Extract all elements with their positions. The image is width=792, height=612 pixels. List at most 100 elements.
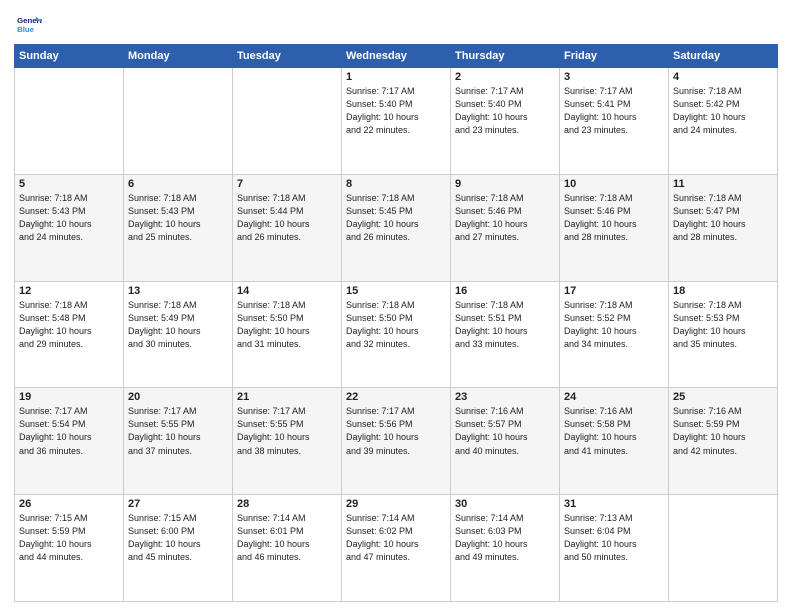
logo: General Blue [14,10,46,38]
day-info: Sunrise: 7:18 AM Sunset: 5:50 PM Dayligh… [237,299,337,351]
weekday-header-sunday: Sunday [15,45,124,68]
day-number: 23 [455,391,555,403]
day-number: 27 [128,498,228,510]
day-cell: 13 Sunrise: 7:18 AM Sunset: 5:49 PM Dayli… [124,281,233,388]
week-row-2: 5 Sunrise: 7:18 AM Sunset: 5:43 PM Daylig… [15,174,778,281]
day-number: 17 [564,285,664,297]
day-number: 9 [455,178,555,190]
day-info: Sunrise: 7:14 AM Sunset: 6:02 PM Dayligh… [346,512,446,564]
day-number: 26 [19,498,119,510]
day-cell: 4Sunrise: 7:18 AM Sunset: 5:42 PM Daylig… [669,68,778,175]
day-cell [15,68,124,175]
day-info: Sunrise: 7:18 AM Sunset: 5:45 PM Dayligh… [346,192,446,244]
day-cell: 18 Sunrise: 7:18 AM Sunset: 5:53 PM Dayli… [669,281,778,388]
day-number: 2 [455,71,555,83]
day-info: Sunrise: 7:18 AM Sunset: 5:44 PM Dayligh… [237,192,337,244]
svg-text:Blue: Blue [17,25,35,34]
day-info: Sunrise: 7:18 AM Sunset: 5:42 PM Dayligh… [673,85,773,137]
day-info: Sunrise: 7:18 AM Sunset: 5:53 PM Dayligh… [673,299,773,351]
day-info: Sunrise: 7:13 AM Sunset: 6:04 PM Dayligh… [564,512,664,564]
day-cell: 29 Sunrise: 7:14 AM Sunset: 6:02 PM Dayli… [342,495,451,602]
day-info: Sunrise: 7:14 AM Sunset: 6:01 PM Dayligh… [237,512,337,564]
day-number: 20 [128,391,228,403]
logo-icon: General Blue [14,10,42,38]
day-number: 29 [346,498,446,510]
day-number: 12 [19,285,119,297]
day-info: Sunrise: 7:17 AM Sunset: 5:54 PM Dayligh… [19,405,119,457]
day-number: 16 [455,285,555,297]
day-number: 5 [19,178,119,190]
day-info: Sunrise: 7:18 AM Sunset: 5:43 PM Dayligh… [128,192,228,244]
day-cell: 26 Sunrise: 7:15 AM Sunset: 5:59 PM Dayli… [15,495,124,602]
day-cell: 9 Sunrise: 7:18 AM Sunset: 5:46 PM Daylig… [451,174,560,281]
day-number: 18 [673,285,773,297]
day-cell: 27 Sunrise: 7:15 AM Sunset: 6:00 PM Dayli… [124,495,233,602]
day-info: Sunrise: 7:17 AM Sunset: 5:41 PM Dayligh… [564,85,664,137]
day-number: 3 [564,71,664,83]
day-info: Sunrise: 7:16 AM Sunset: 5:59 PM Dayligh… [673,405,773,457]
day-cell: 20 Sunrise: 7:17 AM Sunset: 5:55 PM Dayli… [124,388,233,495]
day-number: 13 [128,285,228,297]
day-info: Sunrise: 7:18 AM Sunset: 5:52 PM Dayligh… [564,299,664,351]
day-info: Sunrise: 7:17 AM Sunset: 5:55 PM Dayligh… [237,405,337,457]
day-number: 19 [19,391,119,403]
day-cell: 28 Sunrise: 7:14 AM Sunset: 6:01 PM Dayli… [233,495,342,602]
day-info: Sunrise: 7:18 AM Sunset: 5:48 PM Dayligh… [19,299,119,351]
day-number: 25 [673,391,773,403]
weekday-header-wednesday: Wednesday [342,45,451,68]
day-info: Sunrise: 7:16 AM Sunset: 5:58 PM Dayligh… [564,405,664,457]
day-info: Sunrise: 7:18 AM Sunset: 5:49 PM Dayligh… [128,299,228,351]
day-number: 31 [564,498,664,510]
day-number: 28 [237,498,337,510]
page: General Blue SundayMondayTuesdayWednesda… [0,0,792,612]
day-info: Sunrise: 7:17 AM Sunset: 5:40 PM Dayligh… [346,85,446,137]
day-number: 11 [673,178,773,190]
day-cell: 3 Sunrise: 7:17 AM Sunset: 5:41 PM Daylig… [560,68,669,175]
day-cell: 15Sunrise: 7:18 AM Sunset: 5:50 PM Dayli… [342,281,451,388]
day-cell: 23 Sunrise: 7:16 AM Sunset: 5:57 PM Dayli… [451,388,560,495]
day-info: Sunrise: 7:18 AM Sunset: 5:43 PM Dayligh… [19,192,119,244]
day-cell [669,495,778,602]
weekday-header-friday: Friday [560,45,669,68]
day-cell: 2Sunrise: 7:17 AM Sunset: 5:40 PM Daylig… [451,68,560,175]
day-cell: 14 Sunrise: 7:18 AM Sunset: 5:50 PM Dayli… [233,281,342,388]
day-info: Sunrise: 7:15 AM Sunset: 5:59 PM Dayligh… [19,512,119,564]
day-info: Sunrise: 7:18 AM Sunset: 5:46 PM Dayligh… [455,192,555,244]
week-row-1: 1 Sunrise: 7:17 AM Sunset: 5:40 PM Daylig… [15,68,778,175]
day-number: 30 [455,498,555,510]
top-section: General Blue [14,10,778,38]
day-number: 10 [564,178,664,190]
day-cell: 22 Sunrise: 7:17 AM Sunset: 5:56 PM Dayli… [342,388,451,495]
weekday-header-thursday: Thursday [451,45,560,68]
day-number: 1 [346,71,446,83]
day-info: Sunrise: 7:15 AM Sunset: 6:00 PM Dayligh… [128,512,228,564]
day-cell: 19 Sunrise: 7:17 AM Sunset: 5:54 PM Dayli… [15,388,124,495]
calendar-table: SundayMondayTuesdayWednesdayThursdayFrid… [14,44,778,602]
day-cell: 6Sunrise: 7:18 AM Sunset: 5:43 PM Daylig… [124,174,233,281]
day-info: Sunrise: 7:18 AM Sunset: 5:50 PM Dayligh… [346,299,446,351]
day-info: Sunrise: 7:18 AM Sunset: 5:47 PM Dayligh… [673,192,773,244]
day-cell [124,68,233,175]
day-info: Sunrise: 7:17 AM Sunset: 5:56 PM Dayligh… [346,405,446,457]
day-cell: 21 Sunrise: 7:17 AM Sunset: 5:55 PM Dayli… [233,388,342,495]
day-cell [233,68,342,175]
day-cell: 17 Sunrise: 7:18 AM Sunset: 5:52 PM Dayli… [560,281,669,388]
day-number: 24 [564,391,664,403]
day-cell: 25 Sunrise: 7:16 AM Sunset: 5:59 PM Dayli… [669,388,778,495]
weekday-header-saturday: Saturday [669,45,778,68]
day-info: Sunrise: 7:17 AM Sunset: 5:55 PM Dayligh… [128,405,228,457]
weekday-header-row: SundayMondayTuesdayWednesdayThursdayFrid… [15,45,778,68]
day-number: 21 [237,391,337,403]
day-info: Sunrise: 7:16 AM Sunset: 5:57 PM Dayligh… [455,405,555,457]
day-cell: 12 Sunrise: 7:18 AM Sunset: 5:48 PM Dayli… [15,281,124,388]
week-row-5: 26 Sunrise: 7:15 AM Sunset: 5:59 PM Dayli… [15,495,778,602]
day-cell: 7 Sunrise: 7:18 AM Sunset: 5:44 PM Daylig… [233,174,342,281]
day-number: 7 [237,178,337,190]
day-cell: 10Sunrise: 7:18 AM Sunset: 5:46 PM Dayli… [560,174,669,281]
day-cell: 1 Sunrise: 7:17 AM Sunset: 5:40 PM Daylig… [342,68,451,175]
day-cell: 16Sunrise: 7:18 AM Sunset: 5:51 PM Dayli… [451,281,560,388]
day-cell: 24 Sunrise: 7:16 AM Sunset: 5:58 PM Dayli… [560,388,669,495]
day-number: 22 [346,391,446,403]
day-number: 14 [237,285,337,297]
week-row-4: 19 Sunrise: 7:17 AM Sunset: 5:54 PM Dayli… [15,388,778,495]
